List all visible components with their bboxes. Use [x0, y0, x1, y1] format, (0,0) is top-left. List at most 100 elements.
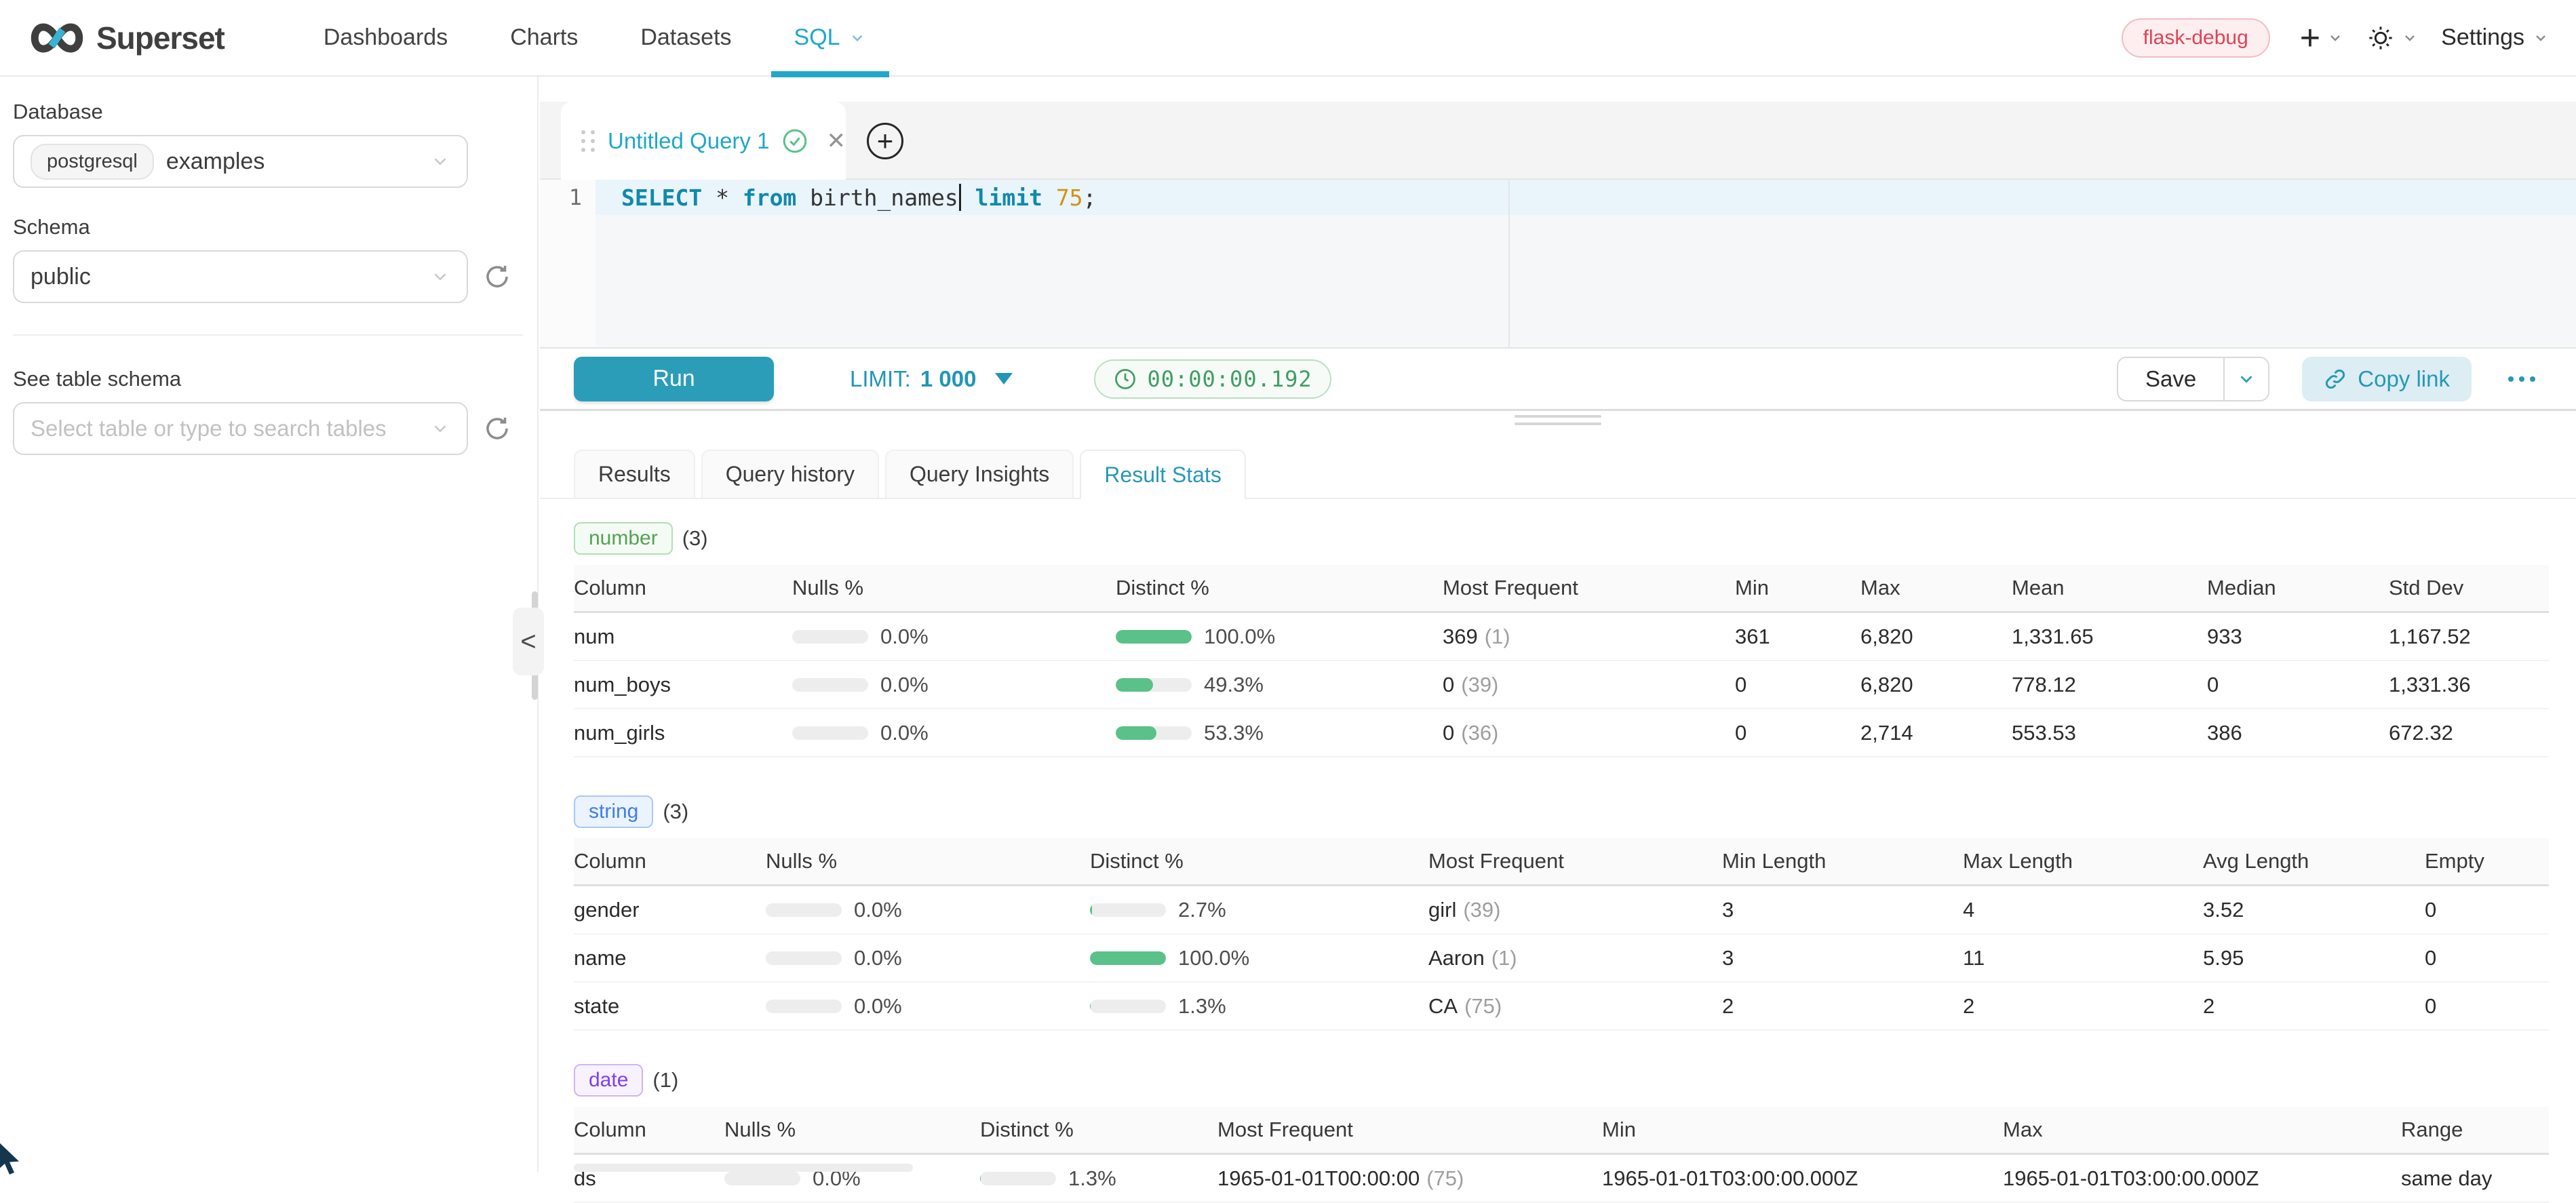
database-label: Database: [13, 100, 537, 124]
column-header: Nulls %: [724, 1107, 980, 1153]
column-header: Min: [1735, 565, 1860, 611]
distinct-bar: [1090, 903, 1166, 917]
column-header: Distinct %: [1090, 838, 1428, 884]
column-header: Max: [2003, 1107, 2401, 1153]
nav-item-datasets[interactable]: Datasets: [609, 0, 762, 76]
column-header: Distinct %: [980, 1107, 1217, 1153]
type-tag-string: string: [574, 795, 653, 828]
environment-badge: flask-debug: [2122, 18, 2270, 58]
distinct-bar: [1116, 630, 1192, 644]
chevron-down-icon: [2402, 30, 2418, 46]
add-tab-button[interactable]: +: [867, 123, 903, 159]
save-button[interactable]: Save: [2118, 358, 2223, 400]
more-actions-button[interactable]: [2501, 370, 2542, 389]
save-split-button: Save: [2117, 357, 2269, 401]
table-row: num_boys 0.0% 49.3% 0(39) 0 6,820 778.12…: [574, 661, 2549, 709]
brand-name: Superset: [96, 20, 225, 56]
column-header: Range: [2401, 1107, 2548, 1153]
column-header: Most Frequent: [1428, 838, 1722, 884]
distinct-bar: [1090, 1000, 1166, 1013]
string-stats-table: Column Nulls % Distinct % Most Frequent …: [574, 838, 2549, 1031]
table-row: num_girls 0.0% 53.3% 0(36) 0 2,714 553.5…: [574, 709, 2549, 757]
nav-item-charts[interactable]: Charts: [479, 0, 609, 76]
database-select[interactable]: postgresql examples: [13, 135, 468, 188]
table-schema-label: See table schema: [13, 367, 537, 391]
column-count: (3): [663, 800, 688, 824]
chevron-down-icon: [2327, 30, 2343, 46]
chevron-down-icon: [430, 151, 450, 172]
clock-icon: [1113, 367, 1137, 391]
table-row: num 0.0% 100.0% 369(1) 361 6,820 1,331.6…: [574, 613, 2549, 661]
refresh-tables-button[interactable]: [483, 414, 511, 443]
tab-query-history[interactable]: Query history: [701, 450, 879, 498]
settings-menu[interactable]: Settings: [2441, 24, 2549, 51]
print-margin-line: [1508, 180, 1510, 347]
chevron-down-icon: [2533, 30, 2549, 46]
section-number-header: number (3): [574, 522, 2549, 555]
column-header: Max: [1860, 565, 2012, 611]
column-count: (1): [652, 1068, 678, 1092]
column-header: Nulls %: [766, 838, 1090, 884]
nav-right: flask-debug + Settings: [2122, 18, 2549, 58]
infinity-logo-icon: [27, 20, 87, 56]
tab-query-insights[interactable]: Query Insights: [885, 450, 1074, 498]
theme-toggle-button[interactable]: [2366, 24, 2418, 52]
table-row: name 0.0% 100.0% Aaron(1) 3 11 5.95 0: [574, 934, 2549, 983]
drag-handle-icon: [581, 130, 596, 152]
limit-dropdown[interactable]: LIMIT: 1 000: [850, 366, 1013, 392]
nav-item-dashboards[interactable]: Dashboards: [292, 0, 479, 76]
column-header: Most Frequent: [1443, 565, 1735, 611]
chevron-down-icon: [430, 267, 450, 287]
column-header: Column: [574, 565, 792, 611]
nulls-bar: [792, 678, 868, 692]
column-header: Most Frequent: [1217, 1107, 1602, 1153]
column-header: Max Length: [1963, 838, 2203, 884]
table-row: gender 0.0% 2.7% girl(39) 3 4 3.52 0: [574, 886, 2549, 934]
refresh-schemas-button[interactable]: [483, 262, 511, 291]
results-pane: Results Query history Query Insights Res…: [540, 430, 2576, 1203]
save-options-button[interactable]: [2225, 358, 2268, 400]
horizontal-scrollbar-thumb[interactable]: [574, 1164, 913, 1172]
results-tabs: Results Query history Query Insights Res…: [540, 430, 2576, 499]
query-tabstrip: Untitled Query 1 ✕ +: [540, 77, 2576, 180]
sun-icon: [2366, 24, 2395, 52]
column-header: Std Dev: [2389, 565, 2548, 611]
resize-grip-icon[interactable]: [1515, 415, 1601, 430]
sidebar-collapse-button[interactable]: <: [513, 608, 544, 675]
database-engine-tag: postgresql: [31, 144, 154, 180]
run-button[interactable]: Run: [574, 357, 774, 401]
superset-logo[interactable]: Superset: [27, 20, 225, 56]
new-item-button[interactable]: +: [2293, 20, 2343, 56]
column-header: Min Length: [1722, 838, 1963, 884]
column-header: Avg Length: [2203, 838, 2425, 884]
sqllab-main: Untitled Query 1 ✕ + 1 SELECT * from bir…: [540, 77, 2576, 1172]
close-tab-icon[interactable]: ✕: [826, 127, 846, 155]
schema-select[interactable]: public: [13, 250, 468, 303]
query-success-icon: [781, 127, 808, 155]
tab-results[interactable]: Results: [574, 450, 695, 498]
nulls-bar: [724, 1172, 800, 1185]
table-header-row: Column Nulls % Distinct % Most Frequent …: [574, 565, 2549, 613]
date-stats-table: Column Nulls % Distinct % Most Frequent …: [574, 1107, 2549, 1203]
copy-link-button[interactable]: Copy link: [2302, 357, 2472, 401]
nulls-bar: [766, 951, 842, 965]
table-select[interactable]: Select table or type to search tables: [13, 402, 468, 455]
number-stats-table: Column Nulls % Distinct % Most Frequent …: [574, 565, 2549, 757]
table-row: state 0.0% 1.3% CA(75) 2 2 2 0: [574, 983, 2549, 1031]
chevron-down-icon: [848, 29, 866, 47]
nulls-bar: [766, 903, 842, 917]
query-tab[interactable]: Untitled Query 1 ✕: [561, 102, 846, 180]
sqllab-sidebar: Database postgresql examples Schema publ…: [0, 77, 539, 1172]
type-tag-number: number: [574, 522, 673, 555]
chevron-down-icon: [2236, 369, 2257, 389]
link-icon: [2324, 368, 2347, 391]
column-count: (3): [682, 526, 708, 551]
nav-item-sql[interactable]: SQL: [763, 0, 897, 76]
column-header: Distinct %: [1116, 565, 1443, 611]
section-date-header: date (1): [574, 1064, 2549, 1097]
distinct-bar: [980, 1172, 1056, 1185]
column-header: Empty: [2425, 838, 2548, 884]
sql-editor[interactable]: 1 SELECT * from birth_names limit 75;: [540, 180, 2576, 347]
tab-result-stats[interactable]: Result Stats: [1080, 450, 1246, 499]
caret-down-icon: [995, 373, 1013, 384]
